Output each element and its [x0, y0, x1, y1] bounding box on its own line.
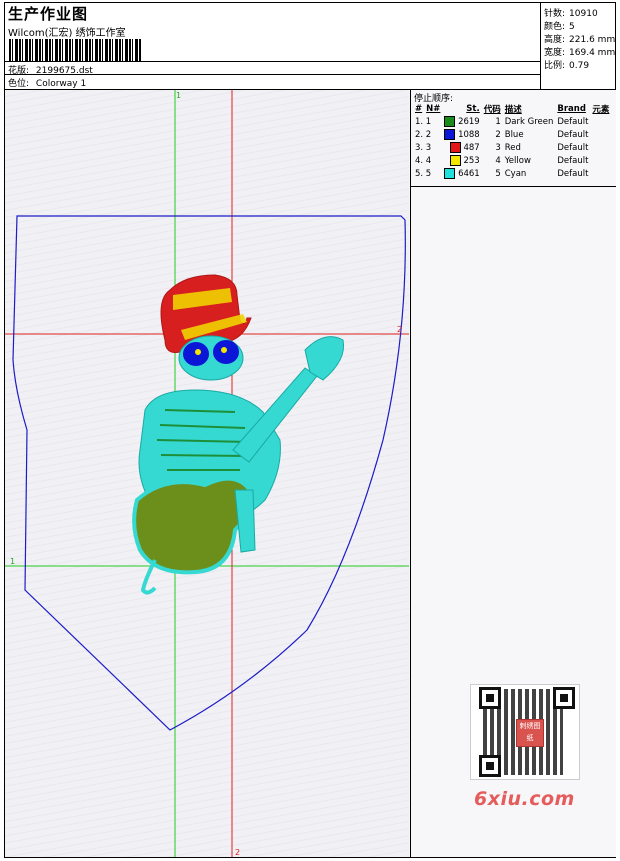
row-stitches: 1088 — [442, 128, 481, 141]
qr-finder — [479, 755, 501, 777]
height-label: 高度: — [544, 35, 566, 45]
axis-label-h2: 2 — [397, 325, 402, 334]
skeleton-guitar-embroidery — [132, 274, 345, 595]
axis-label-h1: 1 — [10, 557, 15, 566]
color-count-value: 5 — [569, 22, 575, 32]
row-code: 2 — [495, 129, 501, 140]
table-row: 4. 4 253 4 Yellow Default — [413, 154, 611, 167]
thread-table: # N# St. 代码 描述 Brand 元素 1. 1 2619 1 Dark… — [413, 102, 611, 180]
table-row: 1. 1 2619 1 Dark Green Default — [413, 115, 611, 128]
row-desc: Cyan — [504, 168, 527, 179]
stitch-count-label: 针数: — [544, 9, 566, 19]
table-row: 5. 5 6461 5 Cyan Default — [413, 167, 611, 180]
worksheet-header: 生产作业图 Wilcom(汇宏) 绣饰工作室 花版: 2199675.dst 色… — [5, 3, 615, 90]
header-stitches: St. — [466, 103, 480, 114]
skeleton-leg — [234, 489, 256, 553]
skeleton-tail — [140, 559, 157, 595]
stitch-count-value: 10910 — [569, 9, 598, 19]
color-swatch — [449, 142, 461, 153]
row-code: 1 — [495, 116, 501, 127]
colorway-row: 色位: Colorway 1 — [8, 76, 86, 89]
color-swatch — [444, 168, 456, 179]
barcode — [9, 39, 141, 61]
header-code: 代码 — [483, 104, 501, 115]
row-brand: Default — [557, 142, 589, 153]
thread-table-box: 停止顺序: # N# St. 代码 描述 Brand 元素 1. 1 2619 … — [411, 90, 616, 187]
color-swatch — [444, 129, 456, 140]
row-code: 3 — [495, 142, 501, 153]
scale-label: 比例: — [544, 61, 566, 71]
divider — [5, 61, 540, 62]
design-scale: 比例: 0.79 — [544, 58, 589, 71]
row-code: 5 — [495, 168, 501, 179]
row-index: 5. 5 — [415, 168, 432, 179]
row-index: 1. 1 — [415, 116, 432, 127]
row-desc: Yellow — [504, 155, 531, 166]
row-brand: Default — [557, 116, 589, 127]
header-desc: 描述 — [504, 104, 522, 115]
row-desc: Dark Green — [504, 116, 554, 127]
row-stitches: 487 — [442, 141, 481, 154]
axis-label-v2: 2 — [235, 848, 240, 857]
table-row: 2. 2 1088 2 Blue Default — [413, 128, 611, 141]
colorway-value: Colorway 1 — [35, 79, 87, 89]
axis-label-v1: 1 — [176, 91, 181, 100]
header-no: N# — [426, 103, 441, 114]
design-height: 高度: 221.6 mm — [544, 32, 615, 45]
row-stitches: 253 — [442, 154, 481, 167]
row-brand: Default — [557, 168, 589, 179]
design-width: 宽度: 169.4 mm — [544, 45, 615, 58]
scale-value: 0.79 — [569, 61, 590, 71]
design-canvas: 1 1 2 2 — [5, 90, 409, 857]
qr-code: 刺绣图纸 — [470, 684, 580, 780]
row-index: 2. 2 — [415, 129, 432, 140]
colorway-label: 色位: — [8, 79, 30, 89]
header-element: 元素 — [592, 104, 610, 115]
header-brand: Brand — [557, 103, 586, 114]
row-index: 4. 4 — [415, 155, 432, 166]
width-value: 169.4 mm — [569, 48, 616, 58]
color-count-label: 颜色: — [544, 22, 566, 32]
header-hash: # — [415, 103, 423, 114]
color-swatch — [444, 116, 456, 127]
row-desc: Blue — [504, 129, 524, 140]
qr-finder — [553, 687, 575, 709]
left-pupil — [195, 349, 201, 355]
company-name: Wilcom(汇宏) 绣饰工作室 — [8, 28, 126, 39]
row-stitches: 2619 — [442, 115, 481, 128]
thread-table-header: # N# St. 代码 描述 Brand 元素 — [413, 102, 611, 115]
row-index: 3. 3 — [415, 142, 432, 153]
right-pupil — [221, 347, 227, 353]
row-code: 4 — [495, 155, 501, 166]
color-count: 颜色: 5 — [544, 19, 575, 32]
width-label: 宽度: — [544, 48, 566, 58]
divider — [5, 74, 540, 75]
design-preview: 1 1 2 2 — [5, 90, 409, 857]
stats-panel: 针数: 10910 颜色: 5 高度: 221.6 mm 宽度: 169.4 mm 比例… — [540, 3, 616, 89]
guitar-body — [132, 476, 253, 575]
row-stitches: 6461 — [442, 167, 481, 180]
stitch-count: 针数: 10910 — [544, 6, 598, 19]
site-watermark: 6xiu.com — [474, 788, 575, 810]
page-title: 生产作业图 — [8, 5, 89, 23]
table-row: 3. 3 487 3 Red Default — [413, 141, 611, 154]
row-brand: Default — [557, 129, 589, 140]
color-swatch — [449, 155, 461, 166]
qr-finder — [479, 687, 501, 709]
qr-stamp: 刺绣图纸 — [516, 719, 544, 747]
row-brand: Default — [557, 155, 589, 166]
row-desc: Red — [504, 142, 521, 153]
height-value: 221.6 mm — [569, 35, 616, 45]
